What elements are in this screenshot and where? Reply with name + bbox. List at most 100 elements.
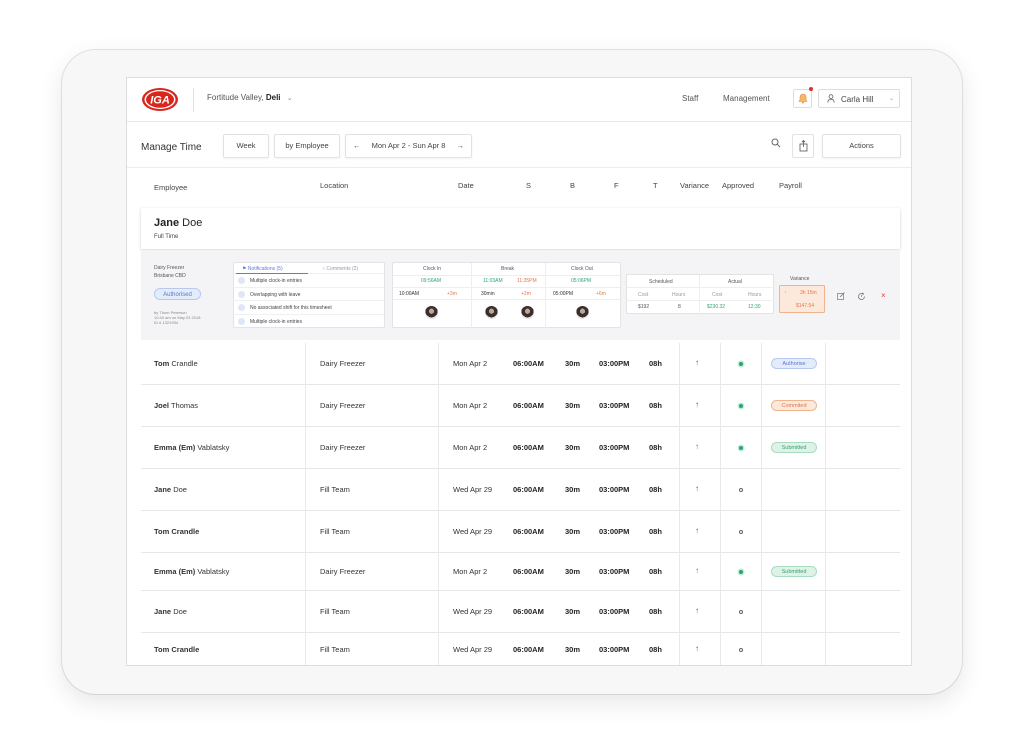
break-label: Break — [501, 266, 515, 272]
col-break[interactable]: B — [570, 181, 575, 190]
column-divider — [720, 427, 721, 469]
table-row[interactable]: Tom Crandle Fill Team Wed Apr 29 06:00AM 30… — [141, 633, 900, 665]
employee-last-name: Vablatsky — [197, 443, 230, 452]
column-divider — [438, 427, 439, 469]
actions-button[interactable]: Actions — [822, 134, 901, 158]
payroll-status-badge[interactable]: Commited — [771, 400, 817, 411]
scheduled-cost: $192 — [638, 304, 650, 310]
notification-text: No associated shift for this timesheet — [250, 305, 332, 311]
column-divider — [720, 343, 721, 385]
col-date[interactable]: Date — [458, 181, 474, 190]
col-start[interactable]: S — [526, 181, 531, 190]
break-start-photo[interactable] — [485, 306, 498, 319]
arrow-up-icon: ↑ — [695, 526, 699, 535]
prev-arrow-icon[interactable]: ← — [353, 135, 361, 157]
employee-name: Tom Crandle — [154, 527, 199, 536]
table-row[interactable]: Joel Thomas Dairy Freezer Mon Apr 2 06:00AM… — [141, 385, 900, 427]
table-row[interactable]: Tom Crandle Fill Team Wed Apr 29 06:00AM 30… — [141, 511, 900, 553]
date-range-picker[interactable]: ← Mon Apr 2 - Sun Apr 8 → — [345, 134, 472, 158]
group-by-button[interactable]: by Employee — [274, 134, 340, 158]
variance-box: ↑ 3h 15m $147.54 — [779, 285, 825, 313]
col-total[interactable]: T — [653, 181, 658, 190]
employee-first-name: Emma (Em) — [154, 443, 196, 452]
table-row[interactable]: Jane Doe Fill Team Wed Apr 29 06:00AM 30m 03:… — [141, 469, 900, 511]
start-time-cell: 06:00AM — [513, 359, 544, 368]
tab-comments[interactable]: ○ Comments (2) — [322, 266, 358, 272]
notification-item[interactable]: No associated shift for this timesheet — [234, 301, 384, 315]
break-diff: +2m — [521, 291, 531, 297]
approved-indicator[interactable] — [739, 648, 743, 652]
selected-employee-card[interactable]: Jane Doe Full Time — [141, 208, 900, 249]
search-icon[interactable] — [771, 138, 781, 148]
nav-staff[interactable]: Staff — [682, 94, 698, 103]
column-divider — [679, 385, 680, 427]
approved-indicator[interactable] — [739, 404, 743, 408]
next-arrow-icon[interactable]: → — [457, 135, 465, 157]
arrow-up-icon: ↑ — [695, 442, 699, 451]
table-row[interactable]: Emma (Em) Vablatsky Dairy Freezer Mon Apr … — [141, 427, 900, 469]
payroll-status-badge[interactable]: Submitted — [771, 442, 817, 453]
notification-item[interactable]: Multiple clock-in entries — [234, 315, 384, 329]
employee-name: Emma (Em) Vablatsky — [154, 443, 229, 452]
notification-item[interactable]: Multiple clock-in entries — [234, 274, 384, 288]
location-cell: Dairy Freezer — [320, 443, 366, 452]
clock-in-photo[interactable] — [425, 306, 438, 319]
approved-indicator[interactable] — [739, 362, 743, 366]
total-hours-cell: 08h — [649, 645, 662, 654]
cost-summary-panel: Scheduled Actual Cost Hours Cost Hours $… — [626, 274, 775, 315]
divider — [393, 287, 622, 288]
clock-in-actual: 10:00AM — [399, 291, 420, 297]
chevron-down-icon: ⌄ — [889, 96, 895, 102]
employment-type: Full Time — [154, 234, 179, 240]
week-view-button[interactable]: Week — [223, 134, 269, 158]
break-cell: 30m — [565, 645, 581, 654]
divider — [393, 275, 622, 276]
payroll-status-badge[interactable]: Authorise — [771, 358, 817, 369]
employee-first-name: Jane — [154, 607, 172, 616]
table-row[interactable]: Tom Crandle Dairy Freezer Mon Apr 2 06:00AM… — [141, 343, 900, 385]
approved-indicator[interactable] — [739, 530, 743, 534]
col-employee[interactable]: Employee — [154, 183, 187, 192]
approved-indicator[interactable] — [739, 446, 743, 450]
col-location[interactable]: Location — [320, 181, 348, 190]
table-row[interactable]: Jane Doe Fill Team Wed Apr 29 06:00AM 30m 03:… — [141, 591, 900, 633]
arrow-up-icon: ↑ — [695, 358, 699, 367]
finish-time-cell: 03:00PM — [599, 645, 630, 654]
table-row[interactable]: Emma (Em) Vablatsky Dairy Freezer Mon Apr … — [141, 553, 900, 591]
col-variance[interactable]: Variance — [680, 181, 709, 190]
history-icon[interactable] — [857, 292, 866, 301]
clock-out-photo[interactable] — [576, 306, 589, 319]
payroll-status-badge[interactable]: Submitted — [771, 566, 817, 577]
approved-indicator[interactable] — [739, 488, 743, 492]
edit-icon[interactable] — [837, 292, 845, 300]
col-payroll[interactable]: Payroll — [779, 181, 802, 190]
column-divider — [305, 553, 306, 591]
col-approved[interactable]: Approved — [722, 181, 754, 190]
nav-management[interactable]: Management — [723, 94, 770, 103]
alert-icon — [238, 317, 245, 325]
employee-name: Jane Doe — [154, 607, 187, 616]
column-divider — [679, 469, 680, 511]
col-finish[interactable]: F — [614, 181, 619, 190]
column-divider — [438, 469, 439, 511]
notification-item[interactable]: Overlapping with leave — [234, 288, 384, 301]
store-dept: Deli — [265, 93, 281, 102]
approved-indicator[interactable] — [739, 610, 743, 614]
break-end-photo[interactable] — [521, 306, 534, 319]
column-divider — [720, 553, 721, 591]
detail-site: Brisbane CBD — [154, 273, 186, 279]
employee-name: Joel Thomas — [154, 401, 198, 410]
notifications-panel: ⚑ Notifications (5) ○ Comments (2) Multi… — [233, 262, 385, 328]
employee-first-name: Tom — [154, 359, 170, 368]
clock-out-diff: +6m — [596, 291, 606, 297]
tab-notifications[interactable]: ⚑ Notifications (5) — [242, 266, 283, 272]
column-divider — [305, 591, 306, 633]
notifications-button[interactable] — [793, 89, 812, 108]
iga-logo[interactable]: IGA — [141, 87, 179, 112]
column-divider — [825, 385, 826, 427]
export-button[interactable] — [792, 134, 814, 158]
approved-indicator[interactable] — [739, 570, 743, 574]
user-menu[interactable]: Carla Hill ⌄ — [818, 89, 900, 108]
close-icon[interactable]: × — [881, 291, 886, 300]
store-selector[interactable]: Fortitude Valley, Deli ⌄ — [207, 93, 293, 102]
